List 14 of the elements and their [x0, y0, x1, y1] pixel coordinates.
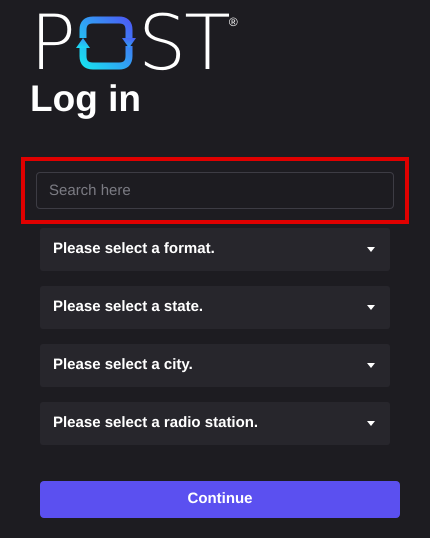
cycle-arrows-icon — [74, 16, 137, 70]
search-field[interactable]: Search here — [36, 172, 394, 209]
page-title: Log in — [29, 80, 142, 117]
logo: P ST — [30, 14, 229, 72]
select-dropdown[interactable]: Please select a radio station. — [40, 402, 390, 445]
select-dropdown[interactable]: Please select a format. — [40, 228, 390, 271]
caret-icon — [367, 305, 375, 310]
continue-button[interactable]: Continue — [40, 481, 400, 518]
select-dropdown[interactable]: Please select a city. — [40, 344, 390, 387]
select-dropdown[interactable]: Please select a state. — [40, 286, 390, 329]
caret-icon — [367, 363, 375, 368]
caret-icon — [367, 247, 375, 252]
registered-mark: ® — [228, 16, 238, 28]
caret-icon — [367, 421, 375, 426]
